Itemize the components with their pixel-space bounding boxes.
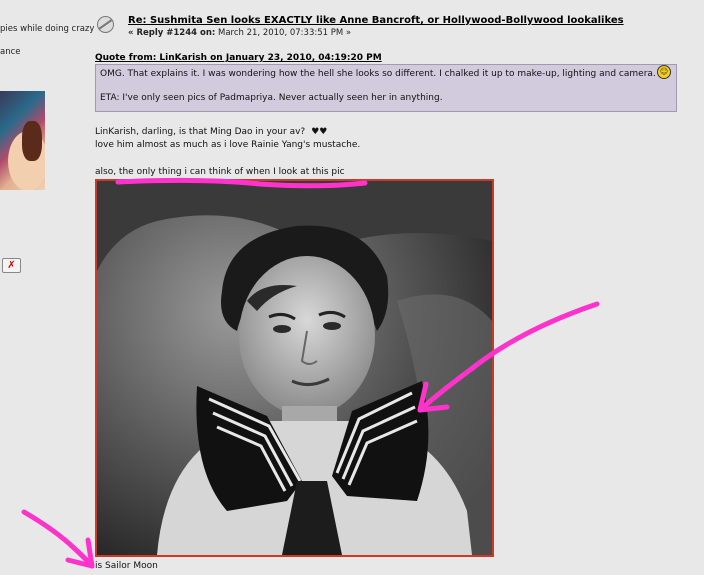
post-title-link[interactable]: Re: Sushmita Sen looks EXACTLY like Anne… <box>128 15 624 26</box>
post-body-line: is Sailor Moon <box>95 561 158 571</box>
grin-smiley-icon: ☺ <box>657 65 671 79</box>
reply-date: March 21, 2010, 07:33:51 PM » <box>218 28 352 38</box>
reply-number[interactable]: « Reply #1244 on: <box>128 28 215 38</box>
post-body-line: love him almost as much as i love Rainie… <box>95 140 361 150</box>
quote-text: OMG. That explains it. I was wondering h… <box>100 69 656 79</box>
post-body-line: also, the only thing i can think of when… <box>95 167 345 177</box>
hearts-icon: ♥♥ <box>311 127 328 137</box>
post-reply-info: « Reply #1244 on: March 21, 2010, 07:33:… <box>128 28 351 38</box>
post-body-line: LinKarish, darling, is that Ming Dao in … <box>95 127 327 137</box>
quote-text: ETA: I've only seen pics of Padmapriya. … <box>100 93 443 103</box>
avatar <box>0 91 45 190</box>
sidebar-column: pies while doing crazy ance ✗ <box>0 0 95 575</box>
post-image <box>95 179 494 557</box>
sidebar-text: pies while doing crazy <box>0 24 95 34</box>
quote-header-link[interactable]: Quote from: LinKarish on January 23, 201… <box>95 53 382 63</box>
post-topic-icon <box>97 16 114 33</box>
post-text: LinKarish, darling, is that Ming Dao in … <box>95 127 306 137</box>
quote-block: OMG. That explains it. I was wondering h… <box>95 64 677 112</box>
sidebar-text: ance <box>0 47 21 57</box>
report-button[interactable]: ✗ <box>2 258 21 273</box>
sailor-photo-illustration <box>97 181 492 555</box>
